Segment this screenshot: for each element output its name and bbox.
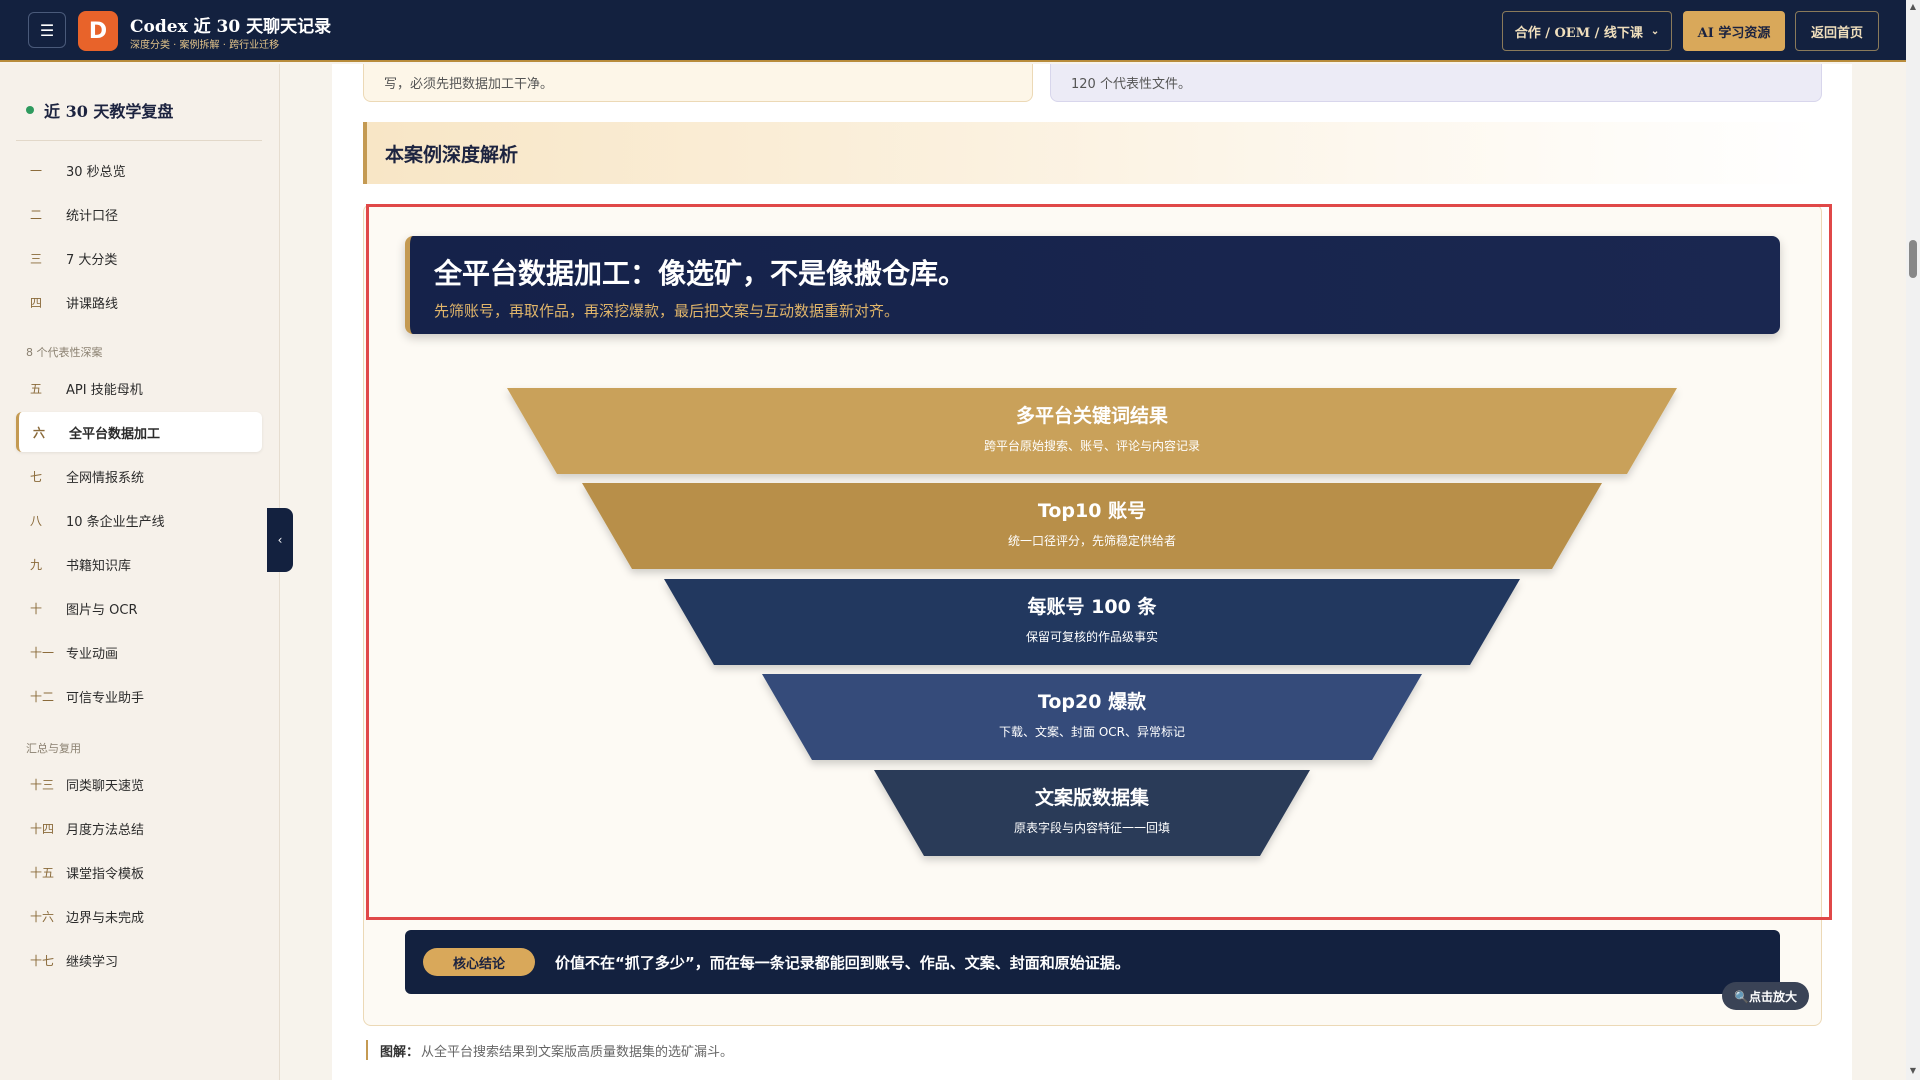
sidebar-item-templates[interactable]: 十五 课堂指令模板 bbox=[16, 852, 262, 892]
sidebar-item-num: 一 bbox=[30, 163, 43, 178]
sidebar-item-label: 课堂指令模板 bbox=[66, 866, 145, 882]
sidebar-item-label: 书籍知识库 bbox=[66, 558, 132, 574]
sidebar-item-num: 十 bbox=[30, 601, 43, 616]
sidebar-item-label: 月度方法总结 bbox=[66, 822, 145, 838]
sidebar-item-num: 四 bbox=[30, 295, 43, 310]
highlight-frame bbox=[366, 204, 1832, 920]
caption-label: 图解： bbox=[380, 1044, 420, 1060]
sidebar-title: 近 30 天教学复盘 bbox=[26, 98, 173, 122]
chevron-left-icon: ‹ bbox=[277, 533, 283, 547]
conclusion-bar: 核心结论 价值不在“抓了多少”，而在每一条记录都能回到账号、作品、文案、封面和原… bbox=[405, 930, 1780, 994]
sidebar-item-label: 30 秒总览 bbox=[66, 164, 126, 180]
conclusion-pill: 核心结论 bbox=[423, 948, 535, 976]
figure-caption: 图解： 从全平台搜索结果到文案版高质量数据集的选矿漏斗。 bbox=[366, 1040, 733, 1060]
sidebar-item-label: 同类聊天速览 bbox=[66, 778, 145, 794]
brand-logo[interactable]: D bbox=[78, 11, 118, 51]
brand-subtitle: 深度分类 · 案例拆解 · 跨行业迁移 bbox=[130, 40, 280, 51]
top-header: ☰ D Codex 近 30 天聊天记录 深度分类 · 案例拆解 · 跨行业迁移… bbox=[0, 0, 1906, 62]
sidebar-item-num: 十一 bbox=[30, 645, 55, 660]
sidebar-item-boundaries[interactable]: 十六 边界与未完成 bbox=[16, 896, 262, 936]
logo-letter: D bbox=[88, 18, 108, 44]
sidebar-item-label: API 技能母机 bbox=[66, 382, 143, 398]
sidebar-item-label: 统计口径 bbox=[66, 208, 119, 224]
sidebar-item-num: 十五 bbox=[30, 865, 55, 880]
sidebar-group-cases: 8 个代表性深案 bbox=[26, 346, 103, 359]
sidebar-title-text: 近 30 天教学复盘 bbox=[44, 102, 174, 121]
sidebar-item-label: 图片与 OCR bbox=[66, 602, 138, 618]
sidebar-item-num: 三 bbox=[30, 251, 43, 266]
sidebar-item-label: 全网情报系统 bbox=[66, 470, 145, 486]
zoom-button[interactable]: 🔍点击放大 bbox=[1722, 982, 1809, 1010]
sidebar-item-num: 十六 bbox=[30, 909, 55, 924]
sidebar-item-similar-chats[interactable]: 十三 同类聊天速览 bbox=[16, 764, 262, 804]
coop-dropdown-button[interactable]: 合作 / OEM / 线下课 ⌄ bbox=[1502, 11, 1672, 51]
sidebar-item-num: 二 bbox=[30, 207, 43, 222]
sidebar-item-intel[interactable]: 七 全网情报系统 bbox=[16, 456, 262, 496]
sidebar-collapse-button[interactable]: ‹ bbox=[267, 508, 293, 572]
home-label: 返回首页 bbox=[1810, 25, 1863, 41]
status-dot-icon bbox=[26, 106, 34, 114]
sidebar-group-summary: 汇总与复用 bbox=[26, 742, 81, 755]
sidebar-item-num: 九 bbox=[30, 557, 43, 572]
sidebar-item-api[interactable]: 五 API 技能母机 bbox=[16, 368, 262, 408]
sidebar-item-ocr[interactable]: 十 图片与 OCR bbox=[16, 588, 262, 628]
main-content: 写，必须先把数据加工干净。 120 个代表性文件。 本案例深度解析 全平台数据加… bbox=[332, 64, 1852, 1080]
sidebar-item-categories[interactable]: 三 7 大分类 bbox=[16, 238, 262, 278]
sidebar-item-label: 10 条企业生产线 bbox=[66, 514, 165, 530]
sidebar-item-num: 六 bbox=[33, 425, 46, 440]
ai-resources-label: AI 学习资源 bbox=[1697, 25, 1771, 41]
sidebar-item-num: 八 bbox=[30, 513, 43, 528]
sidebar-item-data-processing[interactable]: 六 全平台数据加工 bbox=[16, 412, 262, 452]
chevron-down-icon: ⌄ bbox=[1650, 25, 1660, 37]
sidebar-item-label: 全平台数据加工 bbox=[69, 426, 161, 442]
sidebar-item-num: 七 bbox=[30, 469, 43, 484]
brand-title: Codex 近 30 天聊天记录 bbox=[130, 17, 332, 37]
sidebar-item-label: 继续学习 bbox=[66, 954, 119, 970]
hamburger-icon: ☰ bbox=[39, 20, 55, 40]
sidebar-item-overview[interactable]: 一 30 秒总览 bbox=[16, 150, 262, 190]
caption-text: 从全平台搜索结果到文案版高质量数据集的选矿漏斗。 bbox=[421, 1044, 734, 1060]
conclusion-text: 价值不在“抓了多少”，而在每一条记录都能回到账号、作品、文案、封面和原始证据。 bbox=[555, 953, 1130, 972]
sidebar-item-num: 十七 bbox=[30, 953, 55, 968]
sidebar-item-num: 十二 bbox=[30, 689, 55, 704]
menu-toggle-button[interactable]: ☰ bbox=[28, 12, 66, 48]
sidebar-divider bbox=[16, 140, 262, 141]
scroll-down-icon[interactable]: ▼ bbox=[1908, 1066, 1918, 1076]
sidebar-item-label: 边界与未完成 bbox=[66, 910, 145, 926]
sidebar-item-num: 五 bbox=[30, 381, 43, 396]
sidebar-item-label: 7 大分类 bbox=[66, 252, 118, 268]
scroll-thumb[interactable] bbox=[1909, 240, 1917, 278]
sidebar-item-num: 十三 bbox=[30, 777, 55, 792]
zoom-label: 🔍点击放大 bbox=[1734, 989, 1797, 1004]
sidebar-item-label: 讲课路线 bbox=[66, 296, 119, 312]
ai-resources-button[interactable]: AI 学习资源 bbox=[1683, 11, 1785, 51]
sidebar-item-route[interactable]: 四 讲课路线 bbox=[16, 282, 262, 322]
coop-label: 合作 / OEM / 线下课 bbox=[1514, 25, 1643, 41]
sidebar-item-num: 十四 bbox=[30, 821, 55, 836]
sidebar-item-monthly[interactable]: 十四 月度方法总结 bbox=[16, 808, 262, 848]
sidebar-item-continue[interactable]: 十七 继续学习 bbox=[16, 940, 262, 980]
home-button[interactable]: 返回首页 bbox=[1795, 11, 1879, 51]
sidebar-item-stats[interactable]: 二 统计口径 bbox=[16, 194, 262, 234]
sidebar-item-label: 专业动画 bbox=[66, 646, 119, 662]
sidebar-item-label: 可信专业助手 bbox=[66, 690, 145, 706]
sidebar: 近 30 天教学复盘 一 30 秒总览 二 统计口径 三 7 大分类 四 讲课路… bbox=[0, 64, 280, 1080]
sidebar-item-assistant[interactable]: 十二 可信专业助手 bbox=[16, 676, 262, 716]
sidebar-item-enterprise[interactable]: 八 10 条企业生产线 bbox=[16, 500, 262, 540]
page-scrollbar[interactable]: ▲ ▼ bbox=[1906, 0, 1920, 1080]
sidebar-item-animation[interactable]: 十一 专业动画 bbox=[16, 632, 262, 672]
sidebar-item-books[interactable]: 九 书籍知识库 bbox=[16, 544, 262, 584]
scroll-up-icon[interactable]: ▲ bbox=[1908, 2, 1918, 12]
